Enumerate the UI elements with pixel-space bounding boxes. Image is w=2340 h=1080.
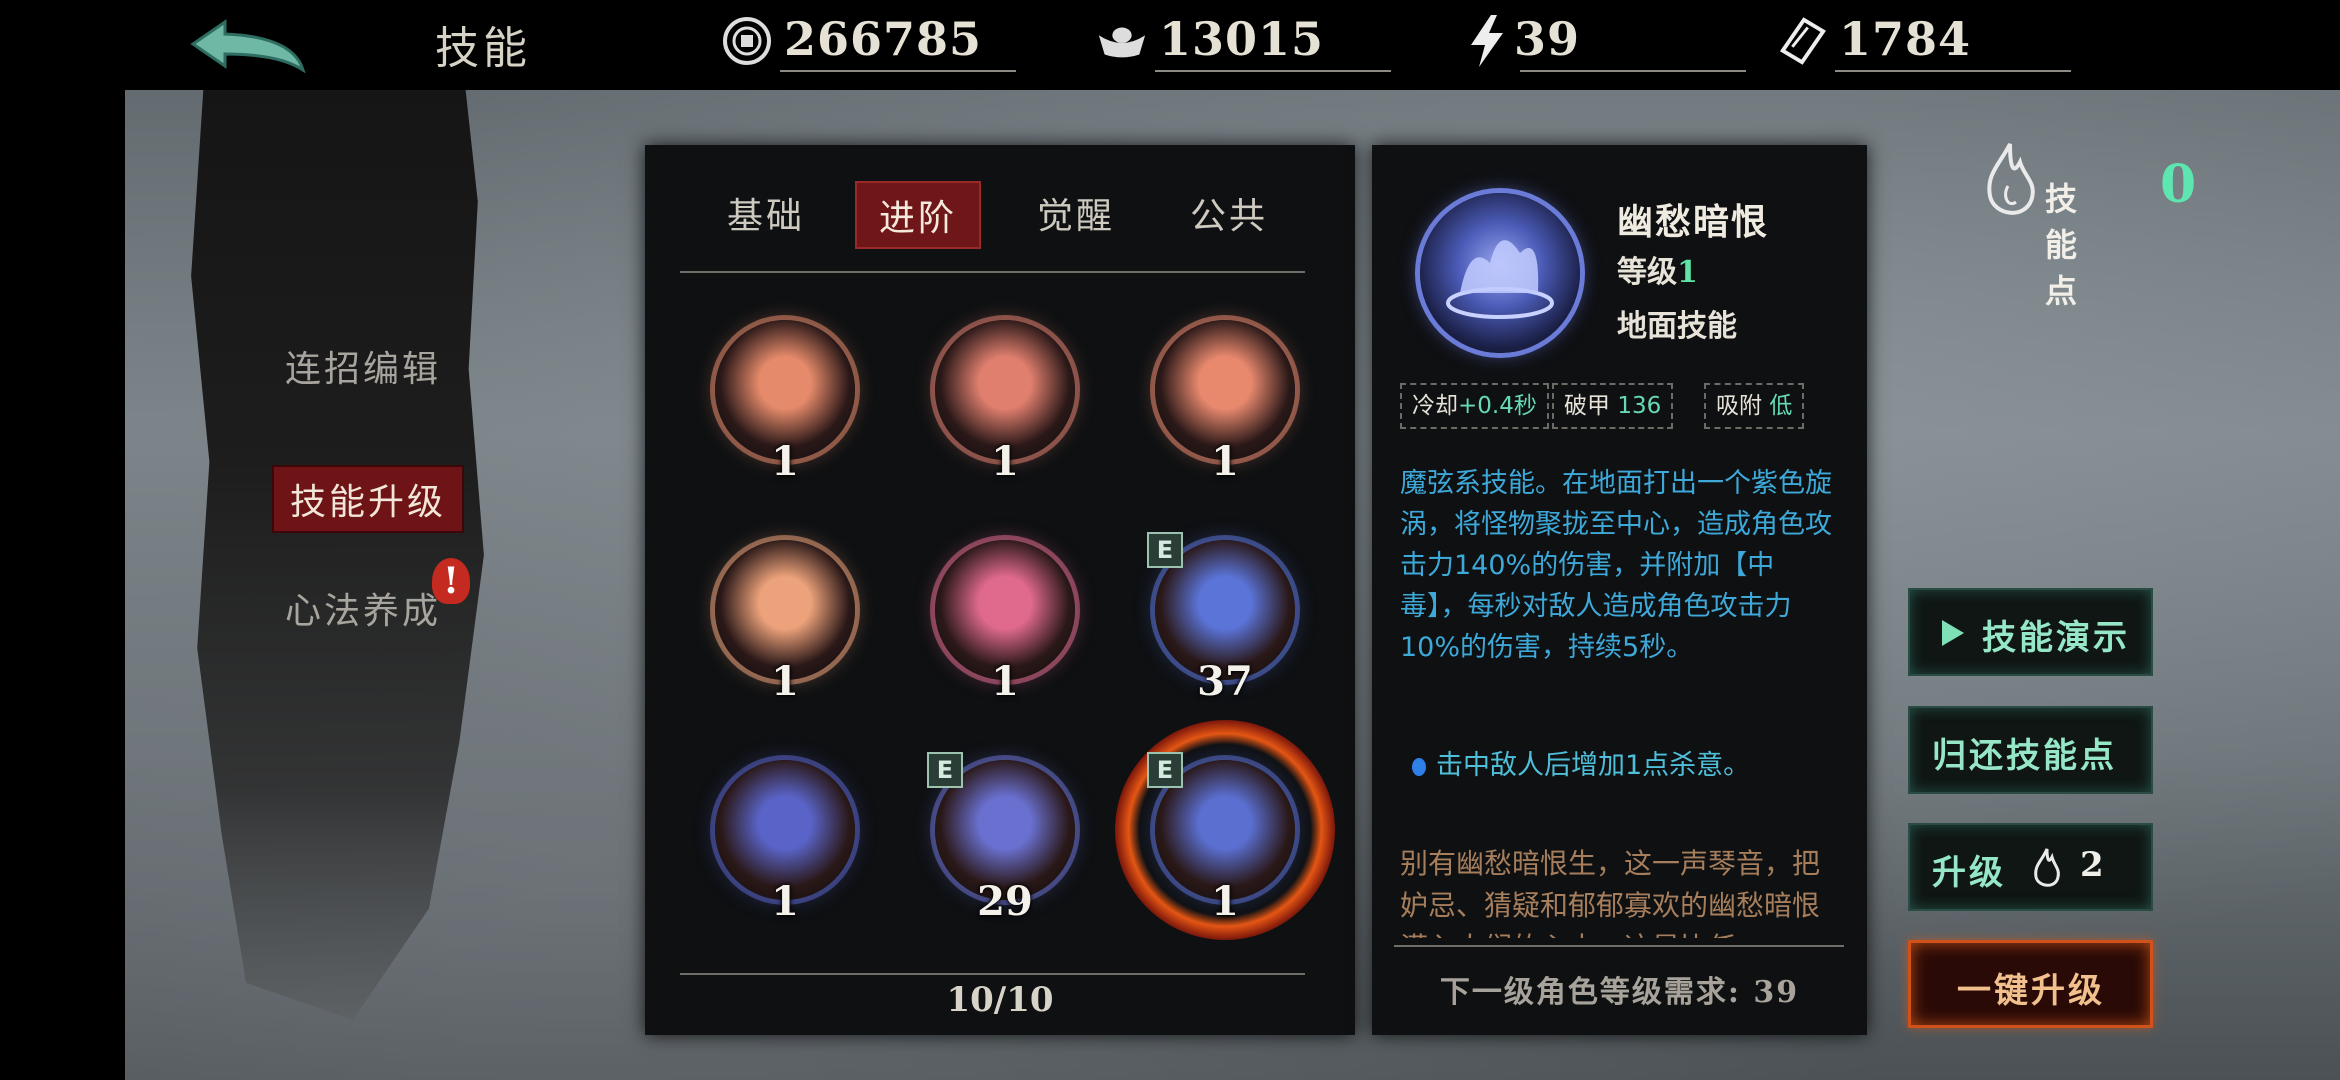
- one-click-upgrade-label: 一键升级: [1957, 971, 2105, 1011]
- next-level-requirement: 下一级角色等级需求: 39: [1439, 975, 1800, 1010]
- stat-absorb-label: 吸附: [1716, 393, 1762, 419]
- divider: [780, 70, 1016, 72]
- stat-cooldown: 冷却+0.4秒: [1400, 383, 1549, 429]
- flame-dot-icon: [1412, 757, 1426, 776]
- skill-slot[interactable]: E 37: [1147, 532, 1295, 705]
- skill-badge: E: [927, 752, 963, 788]
- skill-bonus: 击中敌人后增加1点杀意。: [1400, 743, 1840, 782]
- tab-advanced[interactable]: 进阶: [855, 181, 982, 249]
- stat-cooldown-label: 冷却: [1412, 393, 1458, 419]
- left-letterbox: [0, 0, 125, 1080]
- skill-slot[interactable]: E1: [1115, 720, 1335, 940]
- coin-value: 266785: [784, 12, 983, 66]
- skill-level-value: 1: [1677, 255, 1698, 290]
- skill-level-number: 1: [1211, 438, 1239, 485]
- divider: [1835, 70, 2071, 72]
- stat-armor-value: 136: [1617, 393, 1662, 419]
- menu-skill-upgrade[interactable]: 技能升级: [272, 465, 465, 533]
- page-count: 10/10: [946, 980, 1054, 1020]
- skill-type: 地面技能: [1617, 309, 1737, 344]
- skill-demo-label: 技能演示: [1982, 618, 2130, 658]
- one-click-upgrade-button[interactable]: 一键升级: [1908, 940, 2153, 1028]
- page-title: 技能: [435, 23, 531, 74]
- coin-icon: [720, 14, 774, 68]
- skill-demo-button[interactable]: 技能演示: [1908, 588, 2153, 676]
- lightning-icon: [1460, 14, 1514, 68]
- skill-description: 魔弦系技能。在地面打出一个紫色旋涡，将怪物聚拢至中心，造成角色攻击力140%的伤…: [1400, 468, 1832, 663]
- skill-slot[interactable]: 1: [1155, 320, 1295, 485]
- skills-panel: 基础 进阶 觉醒 公共 1 1 1 1 1 E 37 1 E 29 E 1 10/10: [645, 145, 1355, 1035]
- skill-badge: E: [1147, 532, 1183, 568]
- skill-level-number: 1: [771, 658, 799, 705]
- skill-name: 幽愁暗恨: [1617, 201, 1770, 243]
- skill-slot[interactable]: 1: [935, 540, 1075, 705]
- stat-cooldown-value: +0.4秒: [1458, 393, 1537, 419]
- alert-badge: !: [432, 558, 470, 604]
- skill-points-label: 技能点: [2045, 180, 2078, 310]
- energy-value: 39: [1514, 12, 1581, 66]
- skill-slot[interactable]: 1: [715, 320, 855, 485]
- tabs-divider: [680, 271, 1305, 273]
- stat-armor-label: 破甲: [1564, 393, 1610, 419]
- skill-detail-panel: 幽愁暗恨 等级1 地面技能 冷却+0.4秒 破甲 136 吸附 低 魔弦系技能。…: [1372, 145, 1867, 1035]
- upgrade-label: 升级: [1932, 853, 2006, 893]
- skill-level-number: 1: [991, 658, 1019, 705]
- skill-level-number: 1: [771, 878, 799, 925]
- skill-points-value: 0: [2160, 154, 2197, 215]
- flame-icon: [1980, 140, 2040, 228]
- skill-level-number: 1: [991, 438, 1019, 485]
- tab-common[interactable]: 公共: [1190, 187, 1268, 239]
- upgrade-button[interactable]: 升级 2: [1908, 823, 2153, 911]
- menu-heart-method[interactable]: 心法养成: [285, 582, 441, 634]
- tab-awaken[interactable]: 觉醒: [1037, 187, 1115, 239]
- upgrade-cost: 2: [2080, 845, 2107, 885]
- back-arrow-icon[interactable]: [185, 14, 315, 78]
- skill-slot[interactable]: E 29: [927, 752, 1075, 925]
- lore-divider: [1394, 945, 1844, 947]
- silver-ingot-icon: [1095, 14, 1149, 68]
- skill-level-number: 37: [1197, 658, 1253, 705]
- refund-skill-points-button[interactable]: 归还技能点: [1908, 706, 2153, 794]
- stat-absorb-value: 低: [1769, 393, 1793, 419]
- ingot-value: 13015: [1159, 12, 1325, 66]
- skill-level-number: 29: [977, 878, 1033, 925]
- skill-level-number: 1: [1211, 878, 1239, 925]
- grid-divider: [680, 973, 1305, 975]
- play-icon: [1942, 620, 1964, 646]
- menu-combo-edit[interactable]: 连招编辑: [285, 340, 441, 392]
- ticket-value: 1784: [1839, 12, 1972, 66]
- flame-icon: [2034, 848, 2060, 887]
- stat-absorb: 吸附 低: [1704, 383, 1805, 429]
- skill-bonus-text: 击中敌人后增加1点杀意。: [1436, 750, 1751, 781]
- skill-slot[interactable]: 1: [935, 320, 1075, 485]
- divider: [1520, 70, 1746, 72]
- skill-slot[interactable]: 1: [715, 760, 855, 925]
- skill-badge: E: [1147, 752, 1183, 788]
- skill-level: 等级1: [1617, 247, 1698, 291]
- stat-armor-break: 破甲 136: [1552, 383, 1674, 429]
- skill-level-label: 等级: [1617, 255, 1677, 290]
- skill-vortex-icon: [1420, 193, 1580, 353]
- skill-level-number: 1: [771, 438, 799, 485]
- refund-label: 归还技能点: [1932, 736, 2117, 776]
- divider: [1155, 70, 1391, 72]
- skill-lore[interactable]: 别有幽愁暗恨生，这一声琴音，把妒忌、猜疑和郁郁寡欢的幽愁暗恨灌入人们的心中。这是…: [1400, 843, 1840, 938]
- ticket-icon: [1775, 14, 1829, 68]
- tab-basic[interactable]: 基础: [727, 187, 805, 239]
- skill-slot[interactable]: 1: [715, 540, 855, 705]
